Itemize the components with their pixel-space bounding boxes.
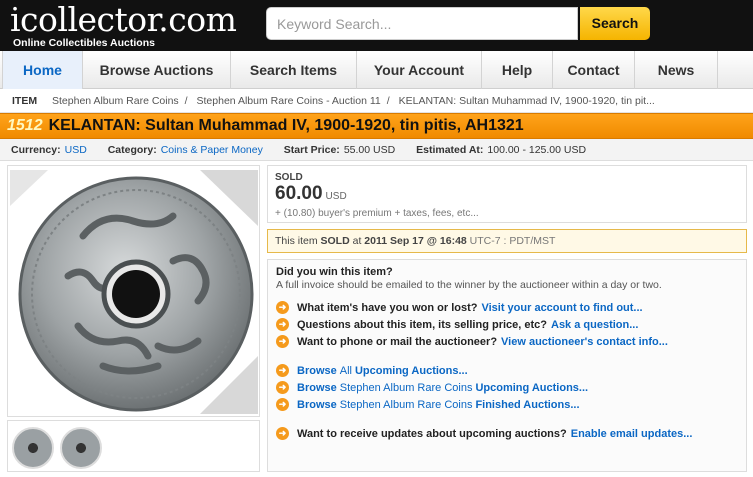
nav-home[interactable]: Home	[2, 51, 83, 89]
notice-mid: at	[349, 235, 365, 247]
info-row: ➜ Want to phone or mail the auctioneer? Vi…	[276, 335, 738, 348]
sold-label: SOLD	[275, 172, 303, 183]
item-photo[interactable]	[7, 165, 260, 417]
sold-amount: 60.00	[275, 183, 323, 204]
item-title: KELANTAN: Sultan Muhammad IV, 1900-1920,…	[48, 117, 524, 134]
browse-finished-seller-link[interactable]: Finished Auctions...	[475, 399, 579, 411]
estimate: 100.00 - 125.00 USD	[487, 144, 587, 156]
breadcrumb-item[interactable]: Stephen Album Rare Coins - Auction 11	[197, 95, 381, 107]
site-header: icollector.com Online Collectibles Aucti…	[0, 0, 753, 51]
sold-currency: USD	[325, 191, 347, 202]
contact-info-link[interactable]: View auctioneer's contact info...	[501, 336, 668, 348]
browse-link[interactable]: Browse	[297, 399, 337, 411]
nav-news[interactable]: News	[635, 51, 718, 89]
arrow-icon: ➜	[276, 381, 289, 394]
nav-your-account[interactable]: Your Account	[357, 51, 482, 89]
browse-upcoming-all-link[interactable]: Upcoming Auctions...	[355, 365, 468, 377]
email-updates-link[interactable]: Enable email updates...	[571, 428, 693, 440]
coin-image	[8, 166, 259, 416]
updates-text: Want to receive updates about upcoming a…	[297, 427, 567, 440]
notice-pre: This item	[275, 235, 321, 247]
breadcrumb-label: ITEM	[12, 95, 38, 107]
updates-row: ➜ Want to receive updates about upcoming …	[276, 427, 738, 440]
sold-price-box: SOLD 60.00 USD + (10.80) buyer's premium …	[267, 165, 747, 223]
breadcrumb-item: KELANTAN: Sultan Muhammad IV, 1900-1920,…	[398, 95, 655, 107]
winner-info-panel: Did you win this item? A full invoice sh…	[267, 259, 747, 472]
fees-text: + (10.80) buyer's premium + taxes, fees,…	[275, 208, 479, 219]
breadcrumb-separator: /	[184, 95, 188, 107]
arrow-icon: ➜	[276, 318, 289, 331]
browse-row[interactable]: ➜ Browse Stephen Album Rare Coins Upcoming …	[276, 381, 738, 394]
browse-scope[interactable]: All	[340, 365, 352, 377]
search-button[interactable]: Search	[580, 7, 650, 40]
browse-link[interactable]: Browse	[297, 365, 337, 377]
row-text: Want to phone or mail the auctioneer?	[297, 335, 498, 348]
info-row: ➜ Questions about this item, its selling …	[276, 318, 738, 331]
arrow-icon: ➜	[276, 398, 289, 411]
nav-help[interactable]: Help	[482, 51, 553, 89]
browse-link[interactable]: Browse	[297, 382, 337, 394]
notice-sold: SOLD	[320, 235, 350, 247]
search-input[interactable]: Keyword Search...	[266, 7, 578, 40]
nav-search-items[interactable]: Search Items	[231, 51, 357, 89]
account-link[interactable]: Visit your account to find out...	[481, 302, 642, 314]
sold-amount-line: 60.00 USD	[275, 183, 739, 208]
row-text: Questions about this item, its selling p…	[297, 318, 547, 331]
browse-scope[interactable]: Stephen Album Rare Coins	[340, 382, 473, 394]
breadcrumb: ITEM Stephen Album Rare Coins / Stephen A…	[0, 89, 753, 113]
breadcrumb-item[interactable]: Stephen Album Rare Coins	[52, 95, 179, 107]
thumbnail-strip	[7, 420, 260, 472]
thumbnail-obverse[interactable]	[12, 427, 54, 469]
win-subtext: A full invoice should be emailed to the …	[276, 279, 662, 291]
item-title-bar: 1512 KELANTAN: Sultan Muhammad IV, 1900-…	[0, 113, 753, 139]
currency-label: Currency:	[11, 144, 61, 156]
browse-row[interactable]: ➜ Browse Stephen Album Rare Coins Finished …	[276, 398, 738, 411]
breadcrumb-separator: /	[386, 95, 390, 107]
browse-row[interactable]: ➜ Browse All Upcoming Auctions...	[276, 364, 738, 377]
item-meta: Currency: USD Category: Coins & Paper Mone…	[0, 139, 753, 161]
site-logo[interactable]: icollector.com	[10, 2, 237, 38]
category-label: Category:	[107, 144, 157, 156]
arrow-icon: ➜	[276, 427, 289, 440]
start-price: 55.00 USD	[343, 144, 396, 156]
estimate-label: Estimated At:	[416, 144, 484, 156]
arrow-icon: ➜	[276, 301, 289, 314]
main-nav: Home Browse Auctions Search Items Your A…	[0, 51, 753, 89]
row-text: What item's have you won or lost?	[297, 301, 478, 314]
win-question: Did you win this item?	[276, 266, 393, 278]
arrow-icon: ➜	[276, 364, 289, 377]
notice-timezone: UTC-7 : PDT/MST	[466, 235, 556, 247]
nav-contact[interactable]: Contact	[553, 51, 635, 89]
nav-browse-auctions[interactable]: Browse Auctions	[83, 51, 231, 89]
thumbnail-reverse[interactable]	[60, 427, 102, 469]
currency-link[interactable]: USD	[65, 144, 87, 156]
browse-scope[interactable]: Stephen Album Rare Coins	[340, 399, 473, 411]
ask-question-link[interactable]: Ask a question...	[551, 319, 638, 331]
arrow-icon: ➜	[276, 335, 289, 348]
site-tagline: Online Collectibles Auctions	[13, 37, 155, 49]
browse-upcoming-seller-link[interactable]: Upcoming Auctions...	[475, 382, 588, 394]
lot-number: 1512	[7, 117, 43, 134]
start-price-label: Start Price:	[283, 144, 340, 156]
sold-notice: This item SOLD at 2011 Sep 17 @ 16:48 UT…	[267, 229, 747, 253]
info-row: ➜ What item's have you won or lost? Visit …	[276, 301, 738, 314]
notice-date: 2011 Sep 17 @ 16:48	[364, 235, 467, 247]
category-link[interactable]: Coins & Paper Money	[161, 144, 263, 156]
